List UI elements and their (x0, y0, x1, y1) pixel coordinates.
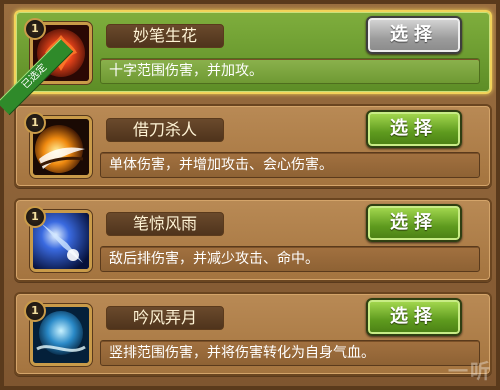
select-button[interactable]: 选择 (366, 110, 462, 148)
level-badge: 1 (24, 18, 46, 40)
select-button[interactable]: 选择 (366, 16, 462, 54)
select-button[interactable]: 选择 (366, 204, 462, 242)
skill-description: 敌后排伤害，并减少攻击、命中。 (100, 246, 480, 272)
skill-description: 单体伤害，并增加攻击、会心伤害。 (100, 152, 480, 178)
skill-description: 竖排范围伤害，并将伤害转化为自身气血。 (100, 340, 480, 366)
skill-card-4[interactable]: 1 吟风弄月 竖排范围伤害，并将伤害转化为自身气血。 选择 (14, 292, 492, 376)
watermark: 一听 (448, 359, 492, 383)
skill-name: 笔惊风雨 (106, 212, 224, 236)
select-button[interactable]: 选择 (366, 298, 462, 336)
skill-description: 十字范围伤害，并加攻。 (100, 58, 480, 84)
level-badge: 1 (24, 112, 46, 134)
level-badge: 1 (24, 300, 46, 322)
skill-card-3[interactable]: 1 笔惊风雨 敌后排伤害，并减少攻击、命中。 选择 (14, 198, 492, 282)
skill-name: 妙笔生花 (106, 24, 224, 48)
skill-select-panel: 1 已选定 妙笔生花 十字范围伤害，并加攻。 选择 1 借刀杀人 单体伤害，并增… (0, 0, 500, 390)
skill-card-1[interactable]: 1 已选定 妙笔生花 十字范围伤害，并加攻。 选择 (0, 10, 492, 116)
skill-card-2[interactable]: 1 借刀杀人 单体伤害，并增加攻击、会心伤害。 选择 (14, 104, 492, 188)
skill-name: 吟风弄月 (106, 306, 224, 330)
skill-name: 借刀杀人 (106, 118, 224, 142)
level-badge: 1 (24, 206, 46, 228)
